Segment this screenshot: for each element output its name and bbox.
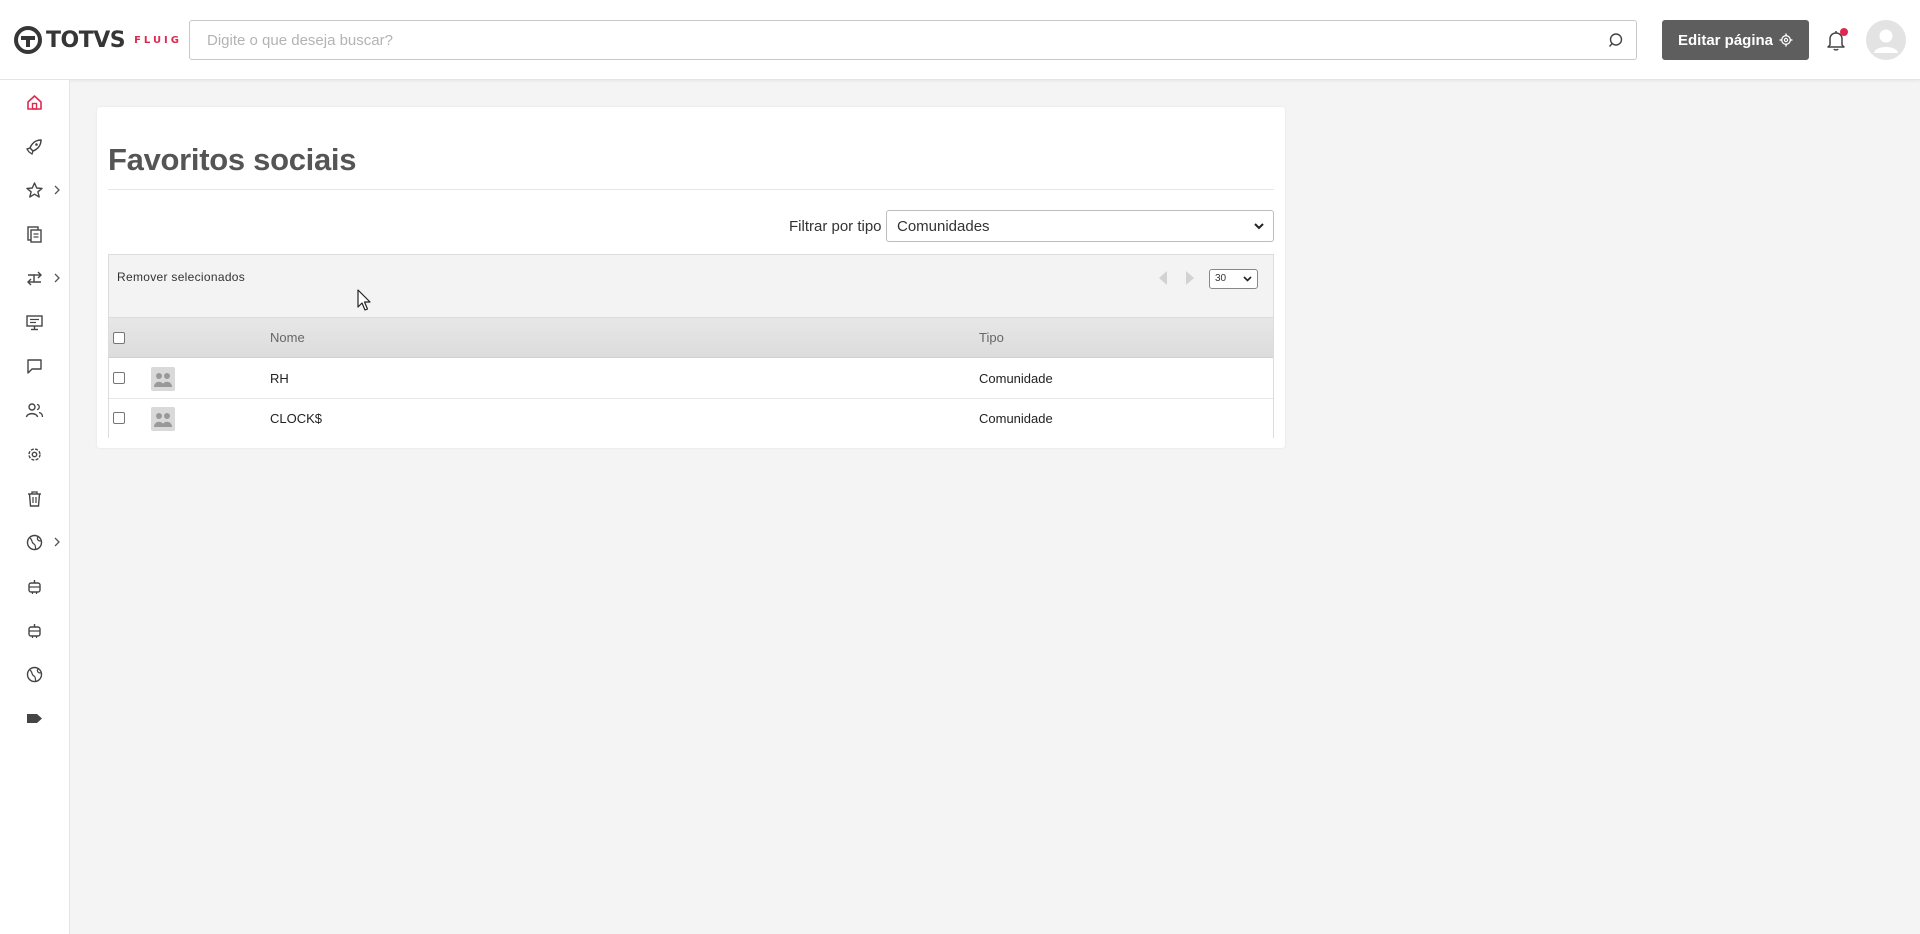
sidebar-item-documents[interactable] (0, 214, 70, 254)
sidebar-item-portal[interactable] (0, 522, 70, 562)
favorites-panel: Favoritos sociais Filtrar por tipo Comun… (97, 107, 1285, 448)
row-type: Comunidade (979, 411, 1053, 426)
edit-gear-icon (1779, 33, 1793, 47)
logo-text: TOTVS (46, 27, 126, 53)
totvs-fluig-logo[interactable]: TOTVS FLUIG (14, 26, 182, 54)
chevron-down-icon (1254, 223, 1264, 230)
table-header: Nome Tipo (109, 318, 1273, 358)
sidebar-item-presentation[interactable] (0, 302, 70, 342)
sidebar-item-bot-1[interactable] (0, 566, 70, 606)
home-icon (27, 95, 42, 110)
row-checkbox[interactable] (113, 372, 125, 384)
robot-icon (28, 580, 41, 594)
chevron-right-icon (54, 273, 60, 283)
table-toolbar: Remover selecionados 30 (109, 255, 1273, 318)
row-name: CLOCK$ (270, 411, 323, 426)
gear-icon (28, 448, 41, 461)
row-name: RH (270, 371, 289, 386)
chevron-right-icon (54, 185, 60, 195)
search-icon[interactable] (1608, 32, 1625, 49)
edit-page-button[interactable]: Editar página (1662, 20, 1809, 60)
next-page-icon[interactable] (1183, 269, 1197, 287)
table-row[interactable]: RH Comunidade (109, 359, 1273, 399)
chevron-down-icon (1243, 276, 1252, 282)
avatar[interactable] (1866, 20, 1906, 60)
tag-icon (27, 714, 42, 723)
sidebar-item-settings[interactable] (0, 434, 70, 474)
search-input[interactable] (190, 21, 1570, 59)
community-icon (151, 367, 175, 391)
page-title: Favoritos sociais (108, 142, 357, 177)
sidebar-item-launch[interactable] (0, 126, 70, 166)
select-all-checkbox[interactable] (113, 332, 125, 344)
row-type: Comunidade (979, 371, 1053, 386)
rocket-icon (25, 139, 42, 156)
workflow-icon (27, 271, 42, 286)
search-box (189, 20, 1637, 60)
column-header-name[interactable]: Nome (270, 330, 305, 345)
column-header-type[interactable]: Tipo (979, 330, 1004, 345)
chevron-right-icon (54, 537, 60, 547)
trash-icon (28, 491, 41, 507)
sidebar-item-favorites[interactable] (0, 170, 70, 210)
star-icon (26, 182, 43, 198)
top-bar: TOTVS FLUIG Editar página (0, 0, 1920, 80)
totvs-logo-icon (14, 26, 42, 54)
edit-page-label: Editar página (1677, 31, 1774, 49)
previous-page-icon[interactable] (1156, 269, 1170, 287)
row-checkbox[interactable] (113, 412, 125, 424)
remove-selected-button[interactable]: Remover selecionados (117, 270, 245, 284)
favorites-table: Remover selecionados 30 Nome Tipo RH Com… (108, 254, 1274, 439)
sidebar-item-trash[interactable] (0, 478, 70, 518)
sidebar-item-world[interactable] (0, 654, 70, 694)
robot-icon (28, 624, 41, 638)
sidebar-item-home[interactable] (0, 82, 70, 122)
logo-subtitle: FLUIG (134, 34, 182, 46)
title-divider (108, 189, 1274, 190)
page-size-select[interactable]: 30 (1209, 269, 1258, 289)
table-row[interactable]: CLOCK$ Comunidade (109, 399, 1273, 439)
notification-badge (1840, 28, 1848, 36)
sidebar-item-people[interactable] (0, 390, 70, 430)
user-avatar-icon (1874, 29, 1898, 53)
sidebar-item-bot-2[interactable] (0, 610, 70, 650)
page-size-value: 30 (1215, 273, 1227, 284)
sidebar (0, 80, 70, 934)
presentation-icon (26, 315, 43, 331)
sidebar-item-tags[interactable] (0, 698, 70, 738)
users-icon (25, 403, 44, 418)
globe-icon (26, 666, 43, 683)
filter-type-select[interactable]: Comunidades (886, 210, 1274, 242)
filter-label: Filtrar por tipo (789, 218, 882, 235)
globe-icon (26, 534, 43, 551)
sidebar-item-messages[interactable] (0, 346, 70, 386)
sidebar-item-processes[interactable] (0, 258, 70, 298)
filter-type-value: Comunidades (897, 217, 990, 235)
community-icon (151, 407, 175, 431)
chat-icon (27, 359, 42, 374)
documents-icon (27, 226, 42, 243)
